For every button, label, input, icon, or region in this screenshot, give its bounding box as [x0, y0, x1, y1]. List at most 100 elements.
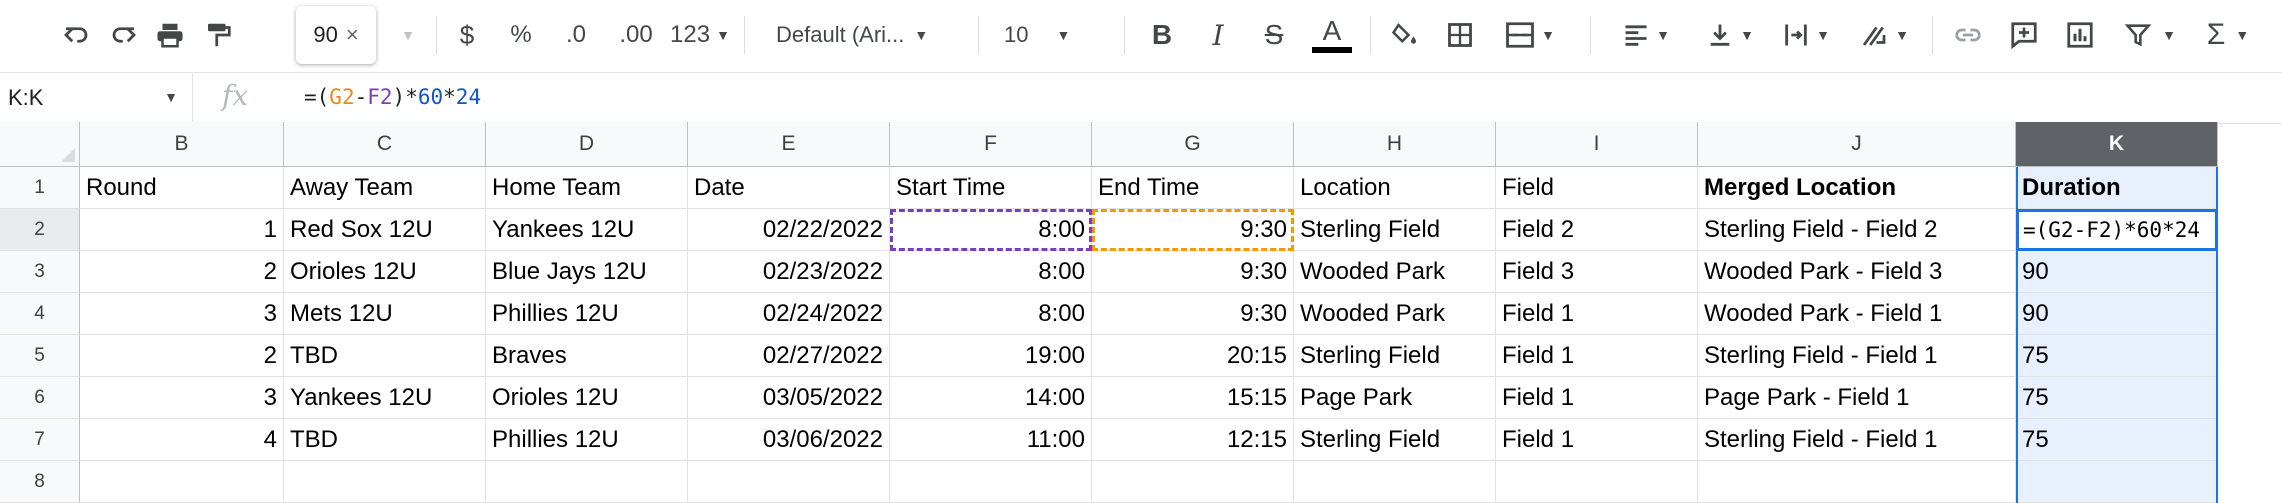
cell[interactable]: 2 — [80, 251, 284, 293]
cell[interactable]: 20:15 — [1092, 335, 1294, 377]
functions-button[interactable]: Σ ▼ — [2196, 12, 2260, 58]
cell[interactable]: 90 — [2016, 251, 2218, 293]
cell[interactable] — [1496, 461, 1698, 503]
column-header[interactable]: K — [2016, 122, 2218, 167]
cell[interactable]: Sterling Field - Field 1 — [1698, 419, 2016, 461]
cell[interactable]: 75 — [2016, 419, 2218, 461]
vertical-align-button[interactable]: ▼ — [1700, 12, 1760, 58]
column-header[interactable]: H — [1294, 122, 1496, 167]
cell[interactable] — [80, 461, 284, 503]
cell[interactable]: Yankees 12U — [284, 377, 486, 419]
cell[interactable]: 02/23/2022 — [688, 251, 890, 293]
close-icon[interactable]: × — [346, 22, 359, 48]
cell[interactable]: Field 1 — [1496, 419, 1698, 461]
cell[interactable]: 12:15 — [1092, 419, 1294, 461]
merge-cells-button[interactable]: ▼ — [1494, 12, 1566, 58]
row-header[interactable]: 3 — [0, 251, 80, 293]
cell[interactable]: TBD — [284, 335, 486, 377]
header-cell[interactable]: End Time — [1092, 167, 1294, 209]
zoom-dropdown-chevron-icon[interactable]: ▼ — [392, 12, 418, 58]
column-header[interactable]: I — [1496, 122, 1698, 167]
cell[interactable]: Braves — [486, 335, 688, 377]
percent-button[interactable]: % — [504, 12, 538, 58]
chevron-down-icon[interactable]: ▼ — [164, 89, 178, 105]
cell[interactable] — [486, 461, 688, 503]
row-header[interactable]: 8 — [0, 461, 80, 503]
cell[interactable]: Red Sox 12U — [284, 209, 486, 251]
italic-button[interactable]: I — [1200, 12, 1236, 58]
header-cell[interactable]: Start Time — [890, 167, 1092, 209]
header-cell[interactable]: Merged Location — [1698, 167, 2016, 209]
cell[interactable]: Orioles 12U — [284, 251, 486, 293]
column-header[interactable]: B — [80, 122, 284, 167]
cell[interactable] — [1294, 461, 1496, 503]
cell[interactable]: Mets 12U — [284, 293, 486, 335]
row-header[interactable]: 2 — [0, 209, 80, 251]
cell[interactable]: Field 2 — [1496, 209, 1698, 251]
text-rotation-button[interactable]: ▼ — [1852, 12, 1916, 58]
currency-button[interactable]: $ — [450, 12, 484, 58]
row-header[interactable]: 7 — [0, 419, 80, 461]
cell[interactable]: Sterling Field - Field 1 — [1698, 335, 2016, 377]
cell[interactable]: Sterling Field — [1294, 419, 1496, 461]
formula-input[interactable]: =(G2-F2)*60*24 — [304, 85, 481, 109]
cell[interactable]: 3 — [80, 293, 284, 335]
cell[interactable]: Sterling Field — [1294, 335, 1496, 377]
header-cell[interactable]: Field — [1496, 167, 1698, 209]
cell[interactable]: Wooded Park - Field 3 — [1698, 251, 2016, 293]
column-header[interactable]: D — [486, 122, 688, 167]
cell[interactable]: 8:00 — [890, 209, 1092, 251]
cell[interactable] — [1092, 461, 1294, 503]
cell[interactable]: Wooded Park — [1294, 251, 1496, 293]
paint-format-icon[interactable] — [198, 12, 238, 58]
name-box[interactable]: K:K ▼ — [0, 73, 193, 123]
cell[interactable]: 14:00 — [890, 377, 1092, 419]
cell[interactable]: 15:15 — [1092, 377, 1294, 419]
select-all-corner[interactable] — [0, 122, 80, 167]
strikethrough-button[interactable]: S — [1256, 12, 1292, 58]
cell[interactable]: 9:30 — [1092, 293, 1294, 335]
cell[interactable]: 11:00 — [890, 419, 1092, 461]
cell[interactable]: 9:30 — [1092, 251, 1294, 293]
column-header[interactable]: F — [890, 122, 1092, 167]
bold-button[interactable]: B — [1144, 12, 1180, 58]
cell[interactable]: Field 1 — [1496, 335, 1698, 377]
fill-color-icon[interactable] — [1386, 12, 1426, 58]
cell[interactable] — [284, 461, 486, 503]
cell[interactable]: 03/05/2022 — [688, 377, 890, 419]
column-header[interactable]: G — [1092, 122, 1294, 167]
cell[interactable]: Sterling Field — [1294, 209, 1496, 251]
cell[interactable]: Phillies 12U — [486, 419, 688, 461]
cell[interactable]: 2 — [80, 335, 284, 377]
text-wrapping-button[interactable]: ▼ — [1776, 12, 1836, 58]
undo-icon[interactable] — [56, 12, 96, 58]
cell[interactable]: 1 — [80, 209, 284, 251]
cell[interactable]: Wooded Park - Field 1 — [1698, 293, 2016, 335]
cell[interactable]: 3 — [80, 377, 284, 419]
cell[interactable] — [688, 461, 890, 503]
cell[interactable] — [890, 461, 1092, 503]
cell[interactable]: 02/24/2022 — [688, 293, 890, 335]
cell[interactable]: Field 1 — [1496, 293, 1698, 335]
insert-comment-icon[interactable] — [2004, 12, 2044, 58]
insert-chart-icon[interactable] — [2060, 12, 2100, 58]
cell[interactable]: 4 — [80, 419, 284, 461]
row-header[interactable]: 5 — [0, 335, 80, 377]
increase-decimal-button[interactable]: .00 — [612, 12, 660, 58]
row-header[interactable]: 4 — [0, 293, 80, 335]
cell[interactable]: Blue Jays 12U — [486, 251, 688, 293]
cell[interactable]: 75 — [2016, 377, 2218, 419]
font-family-select[interactable]: Default (Ari... ▼ — [776, 12, 966, 58]
header-cell[interactable]: Round — [80, 167, 284, 209]
cell[interactable]: Field 3 — [1496, 251, 1698, 293]
cell[interactable]: 03/06/2022 — [688, 419, 890, 461]
cell[interactable]: 9:30 — [1092, 209, 1294, 251]
cell[interactable]: Page Park - Field 1 — [1698, 377, 2016, 419]
column-header[interactable]: J — [1698, 122, 2016, 167]
cell[interactable]: Page Park — [1294, 377, 1496, 419]
cell[interactable] — [2016, 461, 2218, 503]
insert-link-icon[interactable] — [1948, 12, 1988, 58]
column-header[interactable]: C — [284, 122, 486, 167]
header-cell[interactable]: Location — [1294, 167, 1496, 209]
redo-icon[interactable] — [104, 12, 144, 58]
